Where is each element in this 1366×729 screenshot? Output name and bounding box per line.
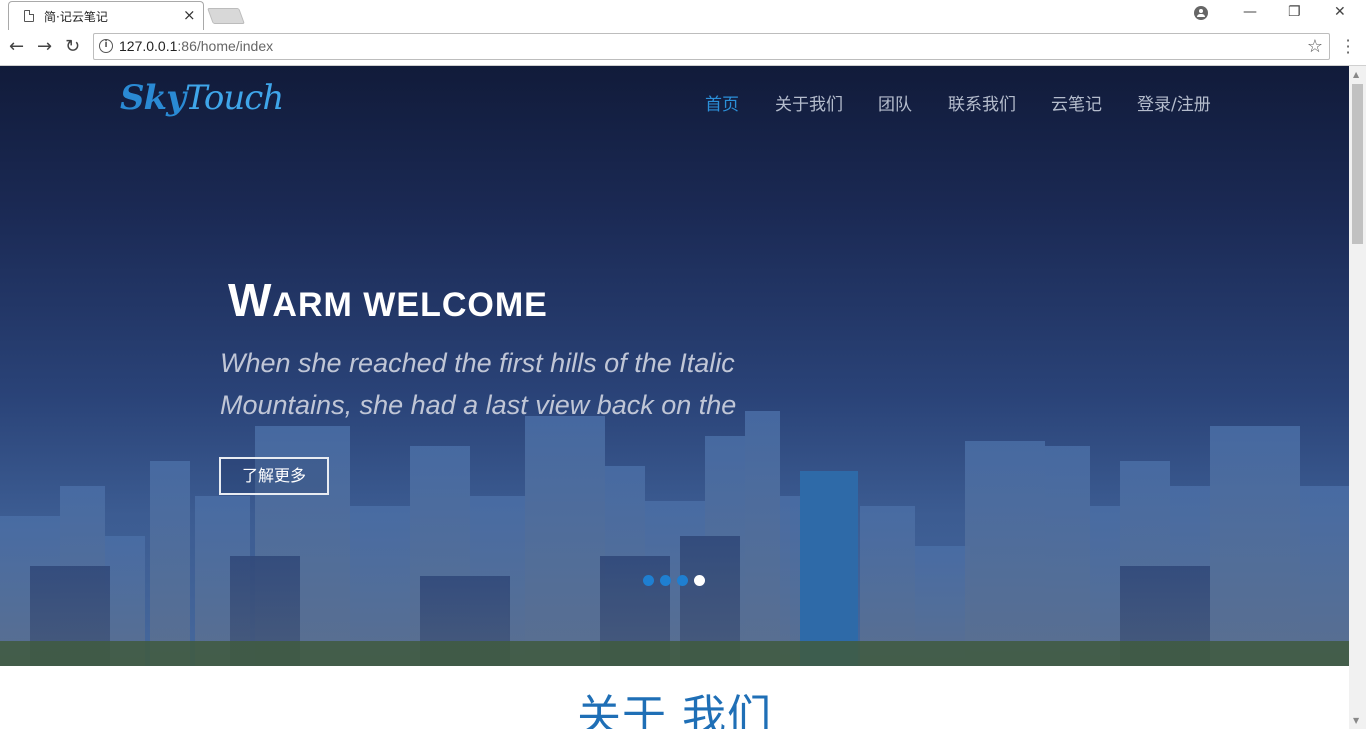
- page-scrollbar[interactable]: ▲ ▼: [1349, 66, 1366, 729]
- close-window-button[interactable]: ✕: [1334, 4, 1346, 20]
- url-text[interactable]: 127.0.0.1:86/home/index: [119, 38, 273, 54]
- site-info-icon[interactable]: i: [99, 39, 113, 53]
- nav-cloud-notes[interactable]: 云笔记: [1051, 90, 1102, 115]
- account-icon[interactable]: [1194, 6, 1208, 20]
- learn-more-button[interactable]: 了解更多: [219, 457, 329, 495]
- carousel-indicators: [643, 571, 711, 586]
- carousel-dot[interactable]: [677, 575, 688, 586]
- forward-icon[interactable]: →: [37, 38, 52, 56]
- restore-button[interactable]: ❐: [1288, 4, 1301, 20]
- back-icon[interactable]: ←: [9, 38, 24, 56]
- reload-icon[interactable]: ↻: [65, 38, 80, 56]
- nav-login-register[interactable]: 登录/注册: [1137, 90, 1211, 115]
- hero-section: SkyTouch 首页 关于我们 团队 联系我们 云笔记 登录/注册 WARM …: [0, 66, 1349, 666]
- page-icon: [24, 10, 34, 22]
- hero-subtitle: When she reached the first hills of the …: [220, 348, 737, 420]
- browser-tab[interactable]: 简·记云笔记 ×: [8, 1, 204, 30]
- address-bar[interactable]: i 127.0.0.1:86/home/index ☆: [93, 33, 1330, 60]
- browser-menu-icon[interactable]: · · ·: [1343, 33, 1353, 61]
- city-skyline-image: [0, 411, 1349, 666]
- scroll-up-icon[interactable]: ▲: [1353, 70, 1359, 79]
- hero-title: WARM WELCOME: [228, 274, 548, 326]
- browser-titlebar: 简·记云笔记 × — ❐ ✕: [0, 0, 1366, 30]
- nav-about-us[interactable]: 关于我们: [775, 90, 843, 115]
- bookmark-star-icon[interactable]: ☆: [1307, 36, 1323, 57]
- browser-toolbar: ← → ↻ i 127.0.0.1:86/home/index ☆ · · ·: [0, 30, 1366, 66]
- close-tab-icon[interactable]: ×: [183, 6, 196, 24]
- main-nav: 首页 关于我们 团队 联系我们 云笔记 登录/注册: [0, 90, 1349, 115]
- minimize-button[interactable]: —: [1243, 4, 1257, 20]
- scroll-thumb[interactable]: [1352, 84, 1363, 244]
- new-tab-button[interactable]: [207, 8, 245, 24]
- nav-home[interactable]: 首页: [705, 90, 739, 115]
- carousel-dot[interactable]: [643, 575, 654, 586]
- carousel-dot[interactable]: [660, 575, 671, 586]
- page-viewport: SkyTouch 首页 关于我们 团队 联系我们 云笔记 登录/注册 WARM …: [0, 66, 1349, 729]
- nav-contact-us[interactable]: 联系我们: [948, 90, 1016, 115]
- tab-title: 简·记云笔记: [44, 10, 108, 24]
- about-us-heading: 关于 我们: [577, 691, 772, 729]
- nav-team[interactable]: 团队: [878, 90, 912, 115]
- scroll-down-icon[interactable]: ▼: [1353, 716, 1359, 725]
- carousel-dot-active[interactable]: [694, 575, 705, 586]
